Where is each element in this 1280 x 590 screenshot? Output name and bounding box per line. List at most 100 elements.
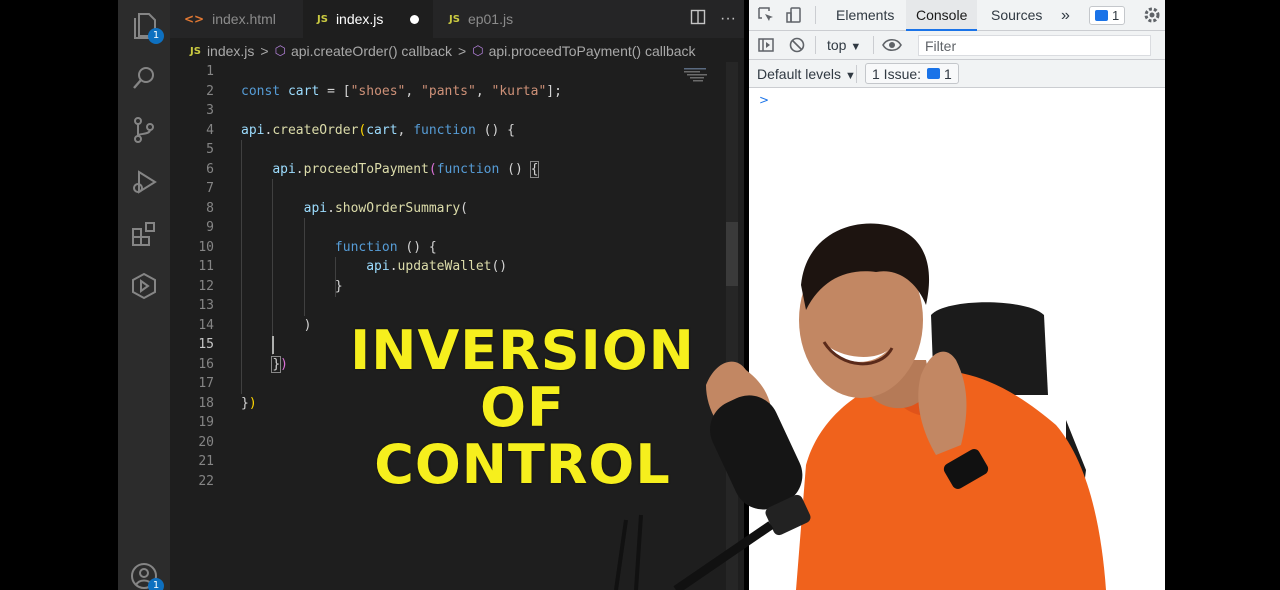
tab-console[interactable]: Console xyxy=(906,0,978,31)
token-bracket: () xyxy=(491,259,508,274)
line-number: 15 xyxy=(198,337,214,352)
split-editor-icon[interactable] xyxy=(690,9,706,30)
token-punct: = [ xyxy=(319,83,351,99)
minimap[interactable] xyxy=(684,66,724,86)
code-line-6: api.proceedToPayment(function () { xyxy=(241,160,724,180)
console-prompt-icon[interactable]: > xyxy=(759,93,769,107)
activity-bar: 1 1 xyxy=(118,0,170,590)
line-number: 1 xyxy=(206,64,214,79)
account-badge: 1 xyxy=(148,578,164,590)
line-number: 9 xyxy=(206,220,214,235)
token-bracket: ) xyxy=(248,395,257,411)
sidebar-toggle-icon[interactable] xyxy=(757,36,775,54)
token-keyword: function xyxy=(436,161,500,177)
run-debug-icon[interactable] xyxy=(128,166,160,198)
filter-input[interactable] xyxy=(918,35,1151,56)
remote-explorer-icon[interactable] xyxy=(128,270,160,302)
tab-ep01-js[interactable]: JS ep01.js xyxy=(435,0,560,38)
settings-gear-icon[interactable] xyxy=(1143,6,1161,24)
context-value: top xyxy=(827,37,847,53)
token-variable: cart xyxy=(287,83,320,99)
token-punct: ]; xyxy=(546,83,562,99)
breadcrumb-proceed-to-payment[interactable]: api.proceedToPayment() callback xyxy=(489,43,696,59)
live-expression-eye-icon[interactable] xyxy=(882,36,902,54)
extensions-icon[interactable] xyxy=(128,218,160,250)
line-number: 14 xyxy=(198,317,214,333)
unsaved-dot-icon[interactable] xyxy=(410,15,419,24)
token-bracket: ) xyxy=(303,317,312,333)
line-number: 11 xyxy=(198,259,214,274)
editor-tab-bar: <> index.html JS index.js JS ep01.js ··· xyxy=(170,0,744,38)
method-cube-icon: ⬡ xyxy=(274,43,286,58)
token-keyword: const xyxy=(241,83,281,99)
tab-label: ep01.js xyxy=(467,11,514,27)
token-bracket: } xyxy=(334,278,343,294)
thumbnail-title: INVERSION OF CONTROL xyxy=(335,322,710,493)
token-function: proceedToPayment xyxy=(303,161,429,177)
divider xyxy=(815,6,816,24)
message-icon xyxy=(1095,10,1108,21)
token-punct: () xyxy=(499,161,531,177)
more-tabs-icon[interactable]: » xyxy=(1061,0,1070,31)
token-function: createOrder xyxy=(272,122,359,138)
explorer-badge: 1 xyxy=(148,28,164,44)
line-number: 6 xyxy=(206,161,214,177)
search-icon[interactable] xyxy=(128,62,160,94)
caret-down-icon: ▼ xyxy=(844,70,856,82)
console-toolbar: top ▼ xyxy=(749,31,1165,60)
messages-badge[interactable]: 1 xyxy=(1089,6,1126,25)
token-punct: , xyxy=(397,122,414,138)
token-object: api xyxy=(241,122,265,138)
inspect-element-icon[interactable] xyxy=(757,6,775,24)
line-number: 19 xyxy=(198,415,214,430)
log-levels-dropdown[interactable]: Default levels ▼ xyxy=(757,60,856,88)
title-line-2: OF xyxy=(480,376,565,439)
divider xyxy=(856,65,857,83)
issues-button[interactable]: 1 Issue: 1 xyxy=(865,63,959,84)
tab-label: index.html xyxy=(212,11,276,27)
tab-index-html[interactable]: <> index.html xyxy=(170,0,300,38)
more-actions-icon[interactable]: ··· xyxy=(720,10,736,28)
clear-console-icon[interactable] xyxy=(788,36,806,54)
tab-sources[interactable]: Sources xyxy=(991,0,1042,31)
source-control-icon[interactable] xyxy=(128,114,160,146)
token-string: "pants" xyxy=(421,83,476,99)
token-punct: , xyxy=(475,83,492,99)
token-punct: , xyxy=(405,83,422,99)
devtools-tab-bar: Elements Console Sources » 1 xyxy=(749,0,1165,31)
token-variable: cart xyxy=(366,122,398,138)
line-number: 7 xyxy=(206,181,214,196)
breadcrumb-create-order[interactable]: api.createOrder() callback xyxy=(291,43,452,59)
js-file-icon: JS xyxy=(190,45,201,57)
chevron-right-icon: > xyxy=(260,43,269,59)
token-object: api xyxy=(366,259,390,274)
token-punct: . xyxy=(389,259,398,274)
line-number: 22 xyxy=(198,473,214,489)
issues-count: 1 xyxy=(944,65,952,82)
breadcrumb: JS index.js > ⬡ api.createOrder() callba… xyxy=(170,38,744,64)
js-file-icon: JS xyxy=(317,13,328,25)
issue-message-icon xyxy=(927,68,941,79)
line-number: 5 xyxy=(206,142,214,157)
token-keyword: function xyxy=(334,239,398,255)
tab-elements[interactable]: Elements xyxy=(836,0,894,31)
breadcrumb-file[interactable]: index.js xyxy=(207,43,254,59)
token-object: api xyxy=(272,161,296,177)
method-cube-icon: ⬡ xyxy=(472,43,484,58)
line-number: 3 xyxy=(206,103,214,118)
token-keyword: function xyxy=(413,122,476,138)
files-icon[interactable]: 1 xyxy=(128,10,164,44)
device-toolbar-icon[interactable] xyxy=(785,6,803,24)
token-bracket: { xyxy=(529,160,540,178)
context-selector[interactable]: top ▼ xyxy=(827,31,861,59)
token-function: updateWallet xyxy=(397,259,492,274)
token-function: showOrderSummary xyxy=(334,200,461,216)
account-icon[interactable]: 1 xyxy=(128,560,164,590)
tab-index-js[interactable]: JS index.js xyxy=(303,0,433,38)
